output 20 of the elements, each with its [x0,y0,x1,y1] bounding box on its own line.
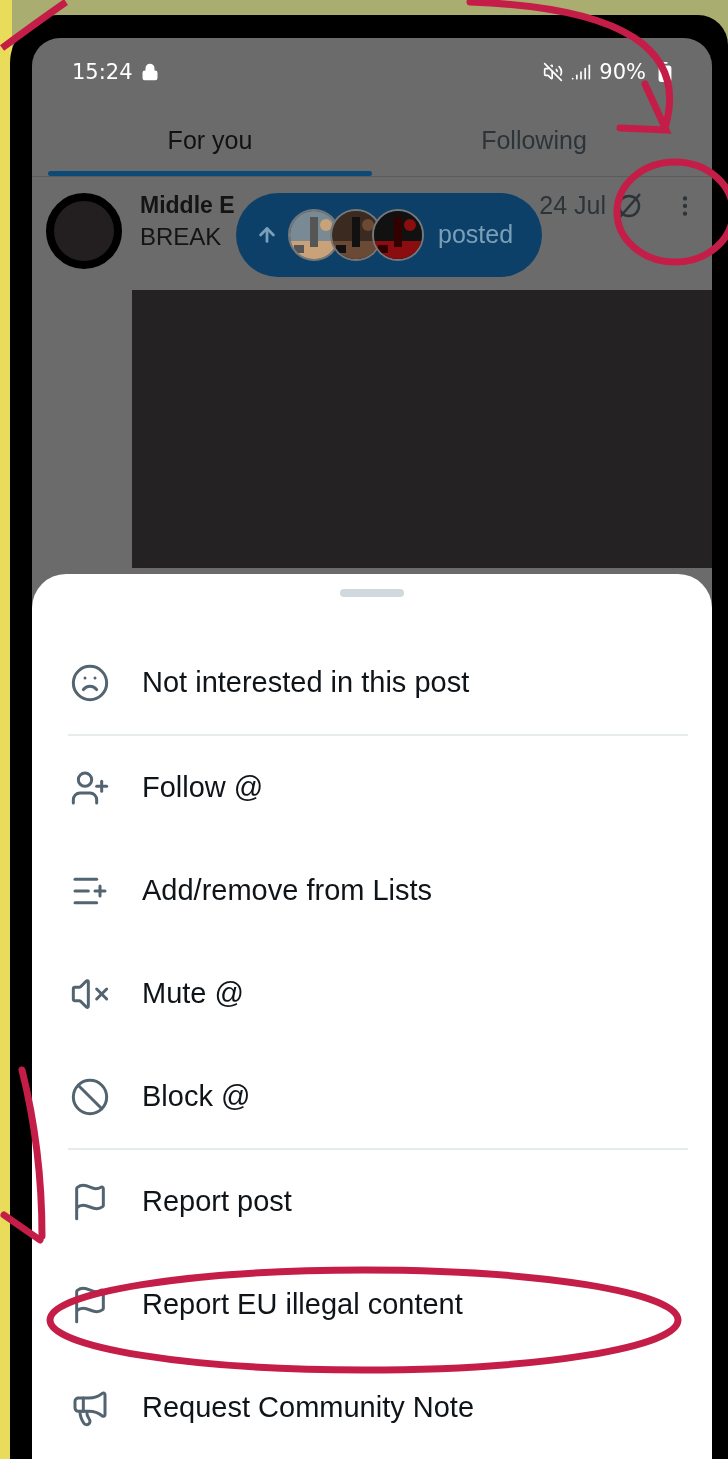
post-date: 24 Jul [539,191,606,221]
sheet-handle[interactable] [340,589,404,597]
block-icon [70,1076,110,1117]
annotation-curve [0,0,68,51]
menu-item[interactable]: Report EU illegal content [32,1253,712,1356]
menu-item[interactable]: Request Community Note [32,1356,712,1459]
menu-item[interactable]: Report post [32,1150,712,1253]
post-text: BREAK [140,222,222,251]
menu-item[interactable]: Add/remove from Lists [32,839,712,942]
sad-face-icon [70,662,110,703]
feed-tab[interactable]: For you [48,105,372,176]
new-posts-toast[interactable]: posted [236,192,542,277]
lock-icon [140,62,159,81]
menu-item[interactable]: Follow @ [32,736,712,839]
mute-icon [543,61,564,82]
status-time: 15:24 [72,59,133,84]
menu-item[interactable]: Block @ [32,1045,712,1148]
battery-percent: 90% [599,59,646,84]
menu-item[interactable]: Mute @ [32,942,712,1045]
menu-item[interactable]: Not interested in this post [32,631,712,734]
